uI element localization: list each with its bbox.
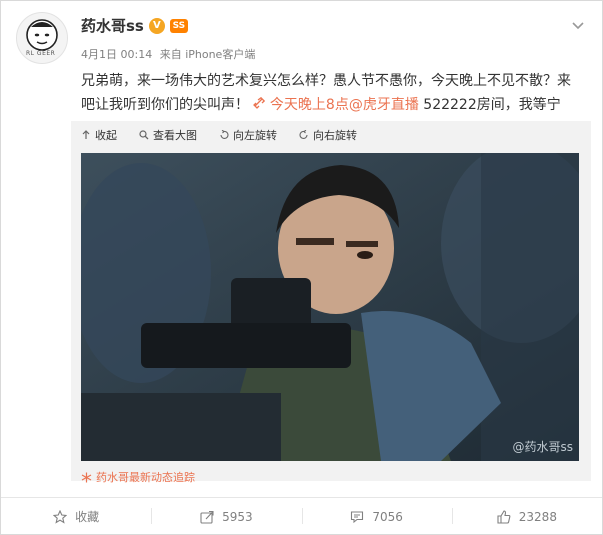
like-button[interactable]: 23288 bbox=[451, 498, 602, 535]
like-count: 23288 bbox=[518, 509, 557, 524]
weibo-post-card: RL GEER 药水哥ss V SS 4月1日 00:14 来自 iPhone客… bbox=[0, 0, 603, 535]
follow-link[interactable]: 药水哥最新动态追踪 bbox=[81, 469, 195, 485]
member-badge-icon[interactable]: SS bbox=[169, 18, 188, 33]
username[interactable]: 药水哥ss bbox=[81, 15, 144, 36]
rotate-right-label: 向右旋转 bbox=[313, 129, 357, 142]
live-link[interactable]: 今天晚上8点@虎牙直播 bbox=[253, 97, 423, 113]
post-date[interactable]: 4月1日 00:14 bbox=[81, 48, 152, 61]
follow-link-text[interactable]: 药水哥最新动态追踪 bbox=[96, 469, 195, 485]
favorite-button[interactable]: 收藏 bbox=[1, 498, 151, 535]
post-photo[interactable]: @药水哥ss bbox=[81, 153, 579, 461]
thumbs-up-icon bbox=[497, 509, 511, 524]
chevron-down-icon[interactable] bbox=[572, 19, 584, 31]
user-name-row: 药水哥ss V SS bbox=[81, 15, 188, 36]
post-text-tail: 522222房间，我等宁 bbox=[423, 97, 561, 113]
favorite-label: 收藏 bbox=[75, 510, 100, 524]
action-bar: 收藏 5953 7056 23288 bbox=[1, 497, 602, 535]
post-source: 来自 iPhone客户端 bbox=[159, 48, 256, 61]
verified-badge-icon[interactable]: V bbox=[148, 17, 165, 34]
collapse-button[interactable]: 收起 bbox=[81, 127, 117, 143]
repost-icon bbox=[200, 510, 214, 524]
comment-count: 7056 bbox=[372, 509, 403, 524]
collapse-label: 收起 bbox=[95, 129, 117, 142]
post-text: 兄弟萌，来一场伟大的艺术复兴怎么样？愚人节不愚你，今天晚上不见不散？来吧让我听到… bbox=[81, 69, 581, 117]
post-meta: 4月1日 00:14 来自 iPhone客户端 bbox=[81, 46, 259, 62]
avatar-tag: RL GEER bbox=[26, 50, 56, 57]
magnifier-icon bbox=[139, 130, 149, 140]
comment-button[interactable]: 7056 bbox=[301, 498, 452, 535]
view-large-button[interactable]: 查看大图 bbox=[139, 127, 197, 143]
media-panel: 收起 查看大图 向左旋转 向右旋转 @药水哥ss 药水哥最新动态追踪 bbox=[71, 121, 591, 484]
rotate-left-label: 向左旋转 bbox=[233, 129, 277, 142]
comment-icon bbox=[351, 510, 364, 523]
rotate-left-button[interactable]: 向左旋转 bbox=[219, 127, 277, 143]
rotate-left-icon bbox=[220, 130, 229, 139]
rotate-right-icon bbox=[299, 130, 308, 139]
soldier-photo-image bbox=[81, 153, 579, 461]
live-link-text[interactable]: 今天晚上8点@虎牙直播 bbox=[270, 97, 419, 113]
repost-button[interactable]: 5953 bbox=[151, 498, 301, 535]
rotate-right-button[interactable]: 向右旋转 bbox=[299, 127, 357, 143]
avatar[interactable]: RL GEER bbox=[16, 12, 68, 64]
arrow-up-icon bbox=[82, 130, 90, 139]
repost-count: 5953 bbox=[222, 509, 253, 524]
photo-watermark: @药水哥ss bbox=[512, 440, 573, 454]
view-large-label: 查看大图 bbox=[153, 129, 197, 142]
media-toolbar: 收起 查看大图 向左旋转 向右旋转 bbox=[81, 127, 357, 143]
snowflake-icon bbox=[81, 472, 92, 482]
star-icon bbox=[53, 509, 68, 524]
link-icon bbox=[253, 97, 266, 109]
